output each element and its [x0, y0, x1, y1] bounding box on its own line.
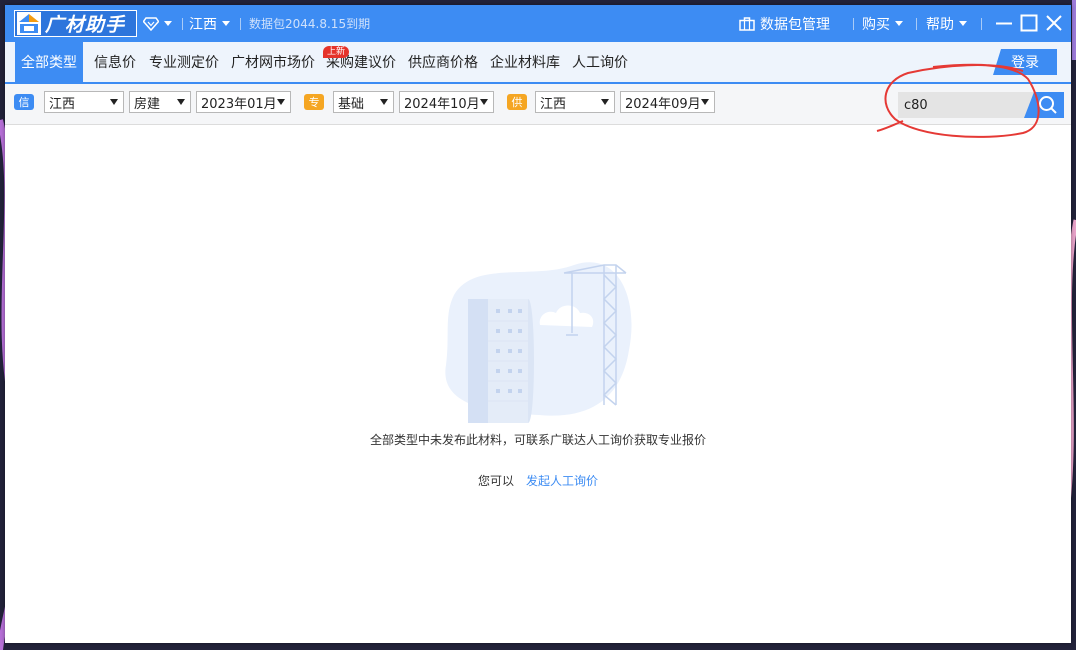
data-package-status: 数据包2044.8.15到期	[249, 17, 371, 31]
dropdown-arrow-icon	[601, 99, 609, 105]
diamond-icon	[143, 16, 159, 31]
pro-type-select[interactable]: 基础	[333, 91, 394, 113]
tab-enterprise-library[interactable]: 企业材料库	[487, 42, 563, 82]
help-label: 帮助	[926, 16, 954, 33]
dropdown-arrow-icon	[380, 99, 388, 105]
supplier-date-value: 2024年09月	[625, 96, 701, 112]
new-badge: 上新	[323, 46, 350, 58]
empty-state-action: 您可以 发起人工询价	[5, 472, 1071, 489]
divider	[981, 18, 982, 30]
tab-manual-inquiry[interactable]: 人工询价	[569, 42, 631, 82]
divider	[182, 18, 183, 30]
region-selector[interactable]: 江西	[189, 5, 230, 42]
supplier-price-tag: 供	[507, 94, 527, 110]
minimize-icon[interactable]	[994, 13, 1014, 33]
maximize-icon[interactable]	[1019, 13, 1039, 33]
start-manual-inquiry-link[interactable]: 发起人工询价	[526, 474, 598, 488]
pro-price-tag: 专	[304, 94, 324, 110]
empty-state-prompt: 您可以	[477, 474, 514, 488]
info-date-select[interactable]: 2023年01月	[196, 91, 291, 113]
briefcase-icon	[739, 16, 755, 31]
info-region-select[interactable]: 江西	[44, 91, 124, 113]
region-label: 江西	[189, 16, 217, 33]
package-manage-label: 数据包管理	[760, 16, 830, 33]
dropdown-arrow-icon	[480, 99, 488, 105]
login-button[interactable]: 登录	[993, 49, 1057, 75]
dropdown-arrow-icon	[277, 99, 285, 105]
logo-text: 广材助手	[45, 14, 126, 36]
tab-all-types[interactable]: 全部类型	[15, 42, 83, 82]
tab-supplier-price[interactable]: 供应商价格	[405, 42, 481, 82]
buy-menu[interactable]: 购买	[862, 5, 903, 42]
app-logo: 广材助手	[14, 10, 137, 37]
divider	[240, 18, 241, 30]
pro-date-value: 2024年10月	[404, 96, 480, 112]
info-type-value: 房建	[134, 96, 161, 112]
info-region-value: 江西	[49, 96, 76, 112]
buy-label: 购买	[862, 16, 890, 33]
search-box	[898, 92, 1064, 118]
empty-state-message: 全部类型中未发布此材料，可联系广联达人工询价获取专业报价	[369, 433, 706, 447]
close-icon[interactable]	[1044, 13, 1064, 33]
supplier-date-select[interactable]: 2024年09月	[620, 91, 715, 113]
search-icon	[1039, 96, 1057, 114]
logo-mark-icon	[17, 12, 41, 35]
chevron-down-icon	[895, 21, 903, 26]
app-window: 广材助手 江西 数据包2044.8.15到期 数据包管理 购买 帮助 全部类型 …	[5, 5, 1071, 643]
tab-market-price[interactable]: 广材网市场价	[228, 42, 318, 82]
chevron-down-icon	[222, 21, 230, 26]
dropdown-arrow-icon	[177, 99, 185, 105]
help-menu[interactable]: 帮助	[926, 5, 967, 42]
pro-type-value: 基础	[338, 96, 365, 112]
search-input[interactable]	[898, 92, 1034, 118]
divider	[916, 18, 917, 30]
empty-state-illustration	[445, 262, 632, 423]
info-price-tag: 信	[14, 94, 34, 110]
category-tabs: 全部类型 信息价 专业测定价 广材网市场价 采购建议价 上新 供应商价格 企业材…	[5, 42, 1071, 84]
title-bar: 广材助手 江西 数据包2044.8.15到期 数据包管理 购买 帮助	[5, 5, 1071, 42]
pro-date-select[interactable]: 2024年10月	[399, 91, 494, 113]
supplier-region-select[interactable]: 江西	[535, 91, 615, 113]
package-manage-button[interactable]: 数据包管理	[739, 5, 830, 42]
supplier-region-value: 江西	[540, 96, 567, 112]
filter-bar: 信 江西 房建 2023年01月 专 基础 2024年10月 供 江西 2024…	[5, 84, 1071, 125]
info-type-select[interactable]: 房建	[129, 91, 191, 113]
info-date-value: 2023年01月	[201, 96, 277, 112]
vip-diamond-button[interactable]	[143, 5, 172, 42]
chevron-down-icon	[959, 21, 967, 26]
tab-professional-price[interactable]: 专业测定价	[146, 42, 222, 82]
tab-info-price[interactable]: 信息价	[90, 42, 140, 82]
dropdown-arrow-icon	[110, 99, 118, 105]
divider	[853, 18, 854, 30]
chevron-down-icon	[164, 21, 172, 26]
dropdown-arrow-icon	[701, 99, 709, 105]
